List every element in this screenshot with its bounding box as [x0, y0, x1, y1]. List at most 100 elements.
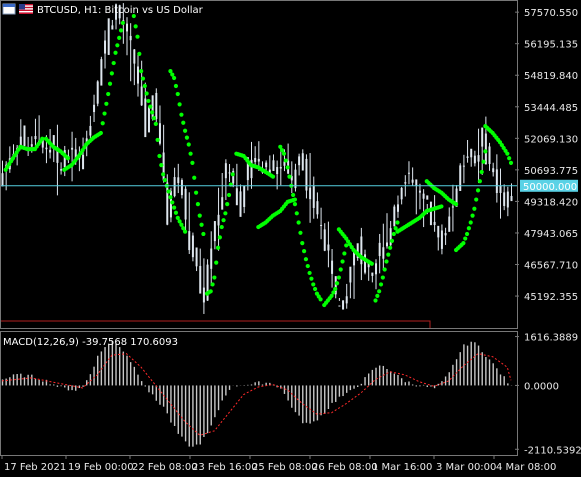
- sar-dot: [155, 137, 160, 143]
- candle-body: [418, 190, 421, 193]
- sar-dot: [106, 91, 111, 97]
- sar-dot: [215, 245, 221, 250]
- sar-dot: [470, 213, 475, 218]
- candle-body: [184, 188, 187, 220]
- sar-dot: [219, 224, 224, 230]
- sar-dot: [291, 192, 296, 198]
- time-tick-label: 26 Feb 08:00: [312, 462, 378, 473]
- price-tick-label: 56195.135: [524, 40, 578, 51]
- candle-body: [1, 173, 4, 187]
- candle-body: [82, 154, 85, 170]
- candle-body: [481, 127, 484, 147]
- candle-body: [104, 40, 107, 54]
- sar-dot: [463, 236, 468, 241]
- sar-dot: [338, 267, 343, 272]
- candle-body: [484, 133, 487, 165]
- sar-dot: [117, 35, 122, 40]
- sar-dot: [100, 121, 105, 126]
- sar-dot: [217, 235, 222, 240]
- sar-dot: [111, 60, 116, 66]
- candle-body: [45, 147, 48, 150]
- candle-body: [301, 153, 304, 171]
- sar-dot: [157, 153, 162, 159]
- candle-body: [202, 287, 205, 303]
- candle-body: [433, 221, 436, 226]
- time-tick-label: 3 Mar 00:00: [436, 462, 496, 473]
- candle-body: [93, 104, 96, 113]
- sar-dot: [395, 220, 400, 225]
- sar-dot: [223, 211, 228, 216]
- macd-panel-frame: [0, 331, 518, 456]
- sar-dot: [184, 135, 190, 140]
- sar-dot: [377, 289, 382, 294]
- sar-dot: [159, 163, 164, 168]
- candle-body: [89, 125, 92, 136]
- sar-dot: [474, 197, 479, 202]
- time-tick-label: 17 Feb 2021: [4, 462, 66, 473]
- candle-body: [191, 235, 194, 258]
- candle-body: [195, 247, 198, 267]
- candle-body: [316, 201, 319, 215]
- sar-dot: [302, 249, 307, 254]
- sar-dot: [221, 218, 226, 223]
- candle-body: [224, 163, 227, 179]
- sar-dot: [461, 241, 466, 246]
- candle-body: [221, 197, 224, 210]
- candle-body: [323, 229, 326, 251]
- sar-dot: [186, 142, 191, 147]
- sar-dot: [344, 243, 349, 248]
- candle-body: [407, 172, 410, 174]
- sar-dot: [210, 282, 215, 287]
- price-panel[interactable]: [0, 3, 518, 328]
- sar-dot: [192, 175, 197, 180]
- sar-dot: [292, 197, 298, 202]
- candle-body: [338, 305, 341, 307]
- sar-dot: [483, 149, 488, 154]
- sar-dot: [107, 81, 113, 86]
- candle-body: [254, 158, 257, 162]
- sar-dot: [334, 281, 340, 286]
- candle-body: [466, 156, 469, 158]
- candle-body: [136, 66, 139, 84]
- sar-dot: [281, 151, 287, 156]
- sar-dot: [336, 275, 341, 280]
- candle-body: [243, 185, 246, 207]
- sar-dot: [139, 69, 144, 74]
- candle-body: [331, 260, 334, 274]
- price-tick-label: 50693.775: [524, 166, 578, 177]
- candle-body: [378, 242, 381, 257]
- sar-dot: [312, 286, 318, 292]
- sar-dot: [172, 205, 177, 210]
- sar-dot: [378, 282, 384, 287]
- candle-body: [327, 244, 330, 251]
- macd-tick-label: 0.0000: [524, 381, 559, 392]
- candle-body: [96, 81, 99, 104]
- macd-panel[interactable]: [1, 340, 513, 447]
- price-level-marker: [0, 320, 431, 328]
- sar-dot: [102, 111, 107, 116]
- candle-body: [506, 191, 509, 208]
- sar-dot: [146, 98, 151, 104]
- sar-dot: [120, 20, 125, 26]
- sar-dot: [283, 158, 288, 163]
- sar-dot: [153, 121, 158, 126]
- sar-dot: [342, 251, 347, 256]
- candle-body: [426, 195, 429, 200]
- sar-dot: [144, 91, 149, 96]
- sar-dot: [305, 263, 310, 269]
- candle-body: [462, 165, 465, 167]
- sar-dot: [375, 293, 380, 298]
- candle-body: [276, 167, 279, 175]
- sar-dot: [98, 130, 103, 136]
- sar-dot: [479, 169, 484, 175]
- time-tick-label: 22 Feb 08:00: [132, 462, 198, 473]
- sar-dot: [170, 200, 175, 205]
- window-icon-titlebar: [3, 4, 15, 7]
- candle-body: [239, 191, 242, 217]
- candle-body: [415, 179, 418, 186]
- sar-dot: [386, 252, 391, 257]
- price-tick-label: 53444.485: [524, 103, 578, 114]
- candle-body: [488, 146, 491, 164]
- sar-dot: [380, 275, 385, 280]
- sar-dot: [389, 238, 395, 243]
